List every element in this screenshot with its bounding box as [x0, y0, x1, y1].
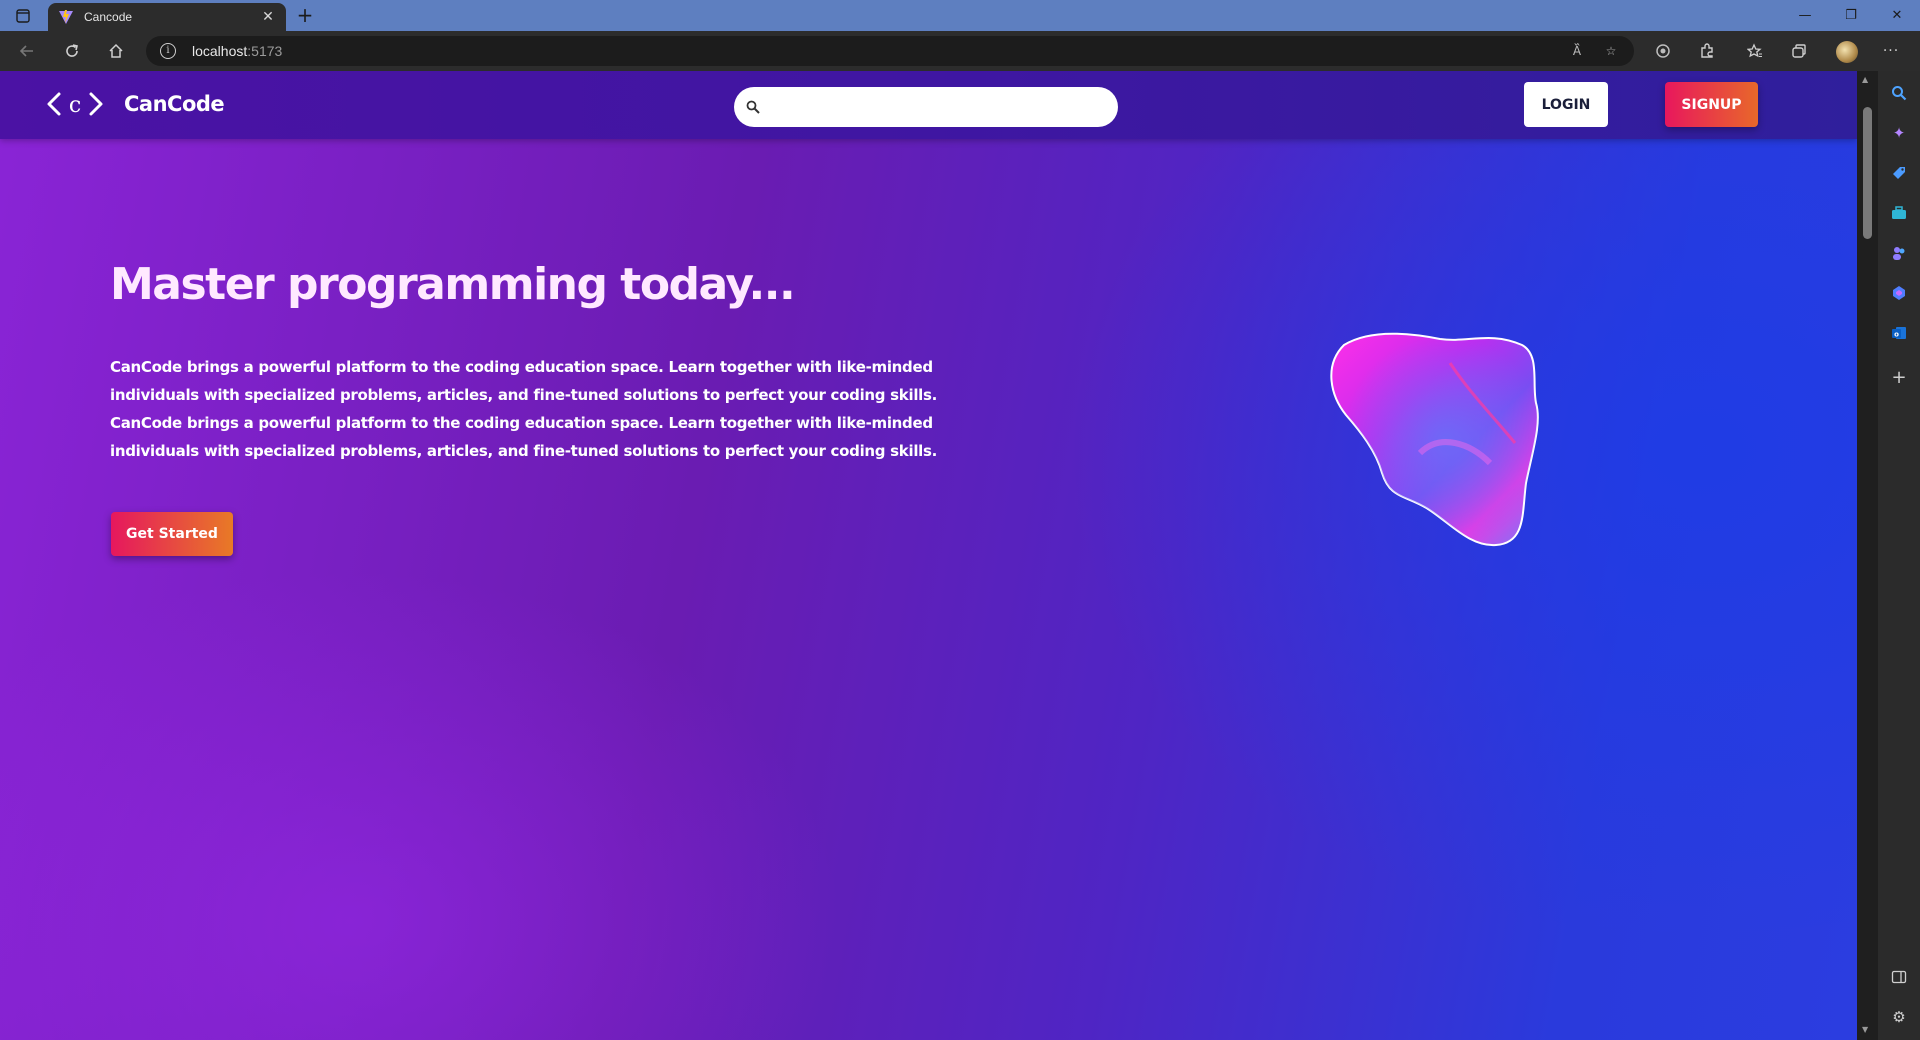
login-button[interactable]: LOGIN [1524, 82, 1608, 127]
svg-text:o: o [1894, 331, 1899, 339]
back-arrow-icon[interactable] [16, 40, 38, 62]
hero-description-line: CanCode brings a powerful platform to th… [110, 414, 933, 432]
profile-avatar[interactable] [1836, 41, 1858, 63]
search-icon [746, 100, 760, 114]
add-favorite-icon[interactable]: ☆ [1602, 42, 1620, 60]
settings-gear-icon[interactable]: ⚙ [1889, 1007, 1909, 1027]
home-icon[interactable] [105, 40, 127, 62]
read-aloud-icon[interactable]: A᷈ [1568, 42, 1586, 60]
refresh-icon[interactable] [61, 40, 83, 62]
browser-titlebar: Cancode ✕ + — ❐ ✕ [0, 0, 1920, 31]
code-brackets-c-icon[interactable]: c [46, 89, 104, 119]
hero-description: CanCode brings a powerful platform to th… [110, 353, 950, 465]
hero-title: Master programming today... [110, 259, 796, 310]
hero-description-line: individuals with specialized problems, a… [110, 442, 938, 460]
tab-close-icon[interactable]: ✕ [260, 9, 276, 25]
tracking-shield-icon[interactable] [1652, 40, 1674, 62]
outlook-icon[interactable]: o [1889, 323, 1909, 343]
copilot-sparkle-icon[interactable]: ✦ [1889, 123, 1909, 143]
gradient-blob-illustration [1330, 332, 1539, 547]
hero-description-line: individuals with specialized problems, a… [110, 386, 938, 404]
sidebar-search-icon[interactable] [1889, 83, 1909, 103]
microsoft-365-icon[interactable] [1889, 283, 1909, 303]
favorites-icon[interactable] [1744, 40, 1766, 62]
more-menu-icon[interactable]: ··· [1880, 40, 1902, 62]
shopping-tag-icon[interactable] [1889, 163, 1909, 183]
scroll-thumb[interactable] [1863, 107, 1872, 239]
add-sidebar-app-icon[interactable]: + [1889, 367, 1909, 388]
signup-button[interactable]: SIGNUP [1665, 82, 1758, 127]
search-bar [734, 87, 1118, 127]
browser-toolbar: i localhost :5173 A᷈ ☆ ··· [0, 31, 1920, 71]
tools-briefcase-icon[interactable] [1889, 203, 1909, 223]
page-viewport: c CanCode LOGIN SIGNUP Master programmin… [0, 71, 1857, 1040]
app-navbar: c CanCode LOGIN SIGNUP [0, 71, 1857, 139]
search-input[interactable] [768, 91, 1118, 123]
hide-sidebar-icon[interactable] [1889, 967, 1909, 987]
edge-sidebar: ✦ o + ⚙ [1878, 71, 1920, 1040]
svg-text:c: c [69, 93, 81, 118]
browser-tab[interactable]: Cancode ✕ [48, 3, 286, 31]
address-bar[interactable]: i localhost :5173 A᷈ ☆ [146, 36, 1634, 66]
brand-name[interactable]: CanCode [124, 92, 225, 116]
collections-icon[interactable] [1788, 40, 1810, 62]
get-started-button[interactable]: Get Started [111, 512, 233, 556]
url-port: :5173 [247, 43, 283, 59]
scroll-up-icon[interactable]: ▲ [1862, 75, 1868, 84]
page-scrollbar[interactable]: ▲ ▼ [1857, 71, 1878, 1040]
tab-title: Cancode [84, 10, 133, 24]
games-people-icon[interactable] [1889, 243, 1909, 263]
vite-favicon-icon [59, 10, 73, 24]
url-host: localhost [192, 43, 248, 59]
restore-button[interactable]: ❐ [1828, 0, 1874, 31]
scroll-down-icon[interactable]: ▼ [1862, 1025, 1868, 1034]
hero-description-line: CanCode brings a powerful platform to th… [110, 358, 933, 376]
tab-actions-icon[interactable] [14, 7, 31, 24]
close-window-button[interactable]: ✕ [1874, 0, 1920, 31]
minimize-button[interactable]: — [1782, 0, 1828, 31]
new-tab-button[interactable]: + [294, 4, 316, 26]
extensions-icon[interactable] [1696, 40, 1718, 62]
site-info-icon[interactable]: i [160, 43, 176, 59]
